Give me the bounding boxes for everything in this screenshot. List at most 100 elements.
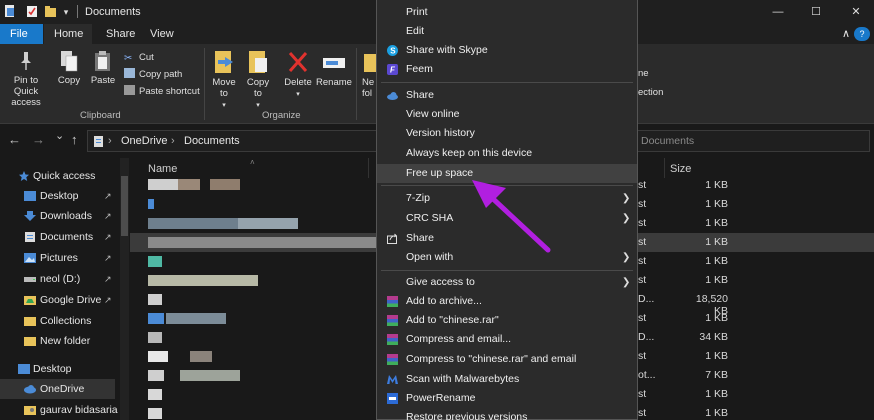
copy-label: Copy <box>57 75 81 86</box>
menu-item-always-keep[interactable]: Always keep on this device <box>377 144 637 163</box>
menu-item-label: Free up space <box>406 167 474 179</box>
breadcrumb-onedrive[interactable]: OneDrive <box>121 135 167 147</box>
sidebar-item-desktop-root[interactable]: Desktop <box>0 359 118 379</box>
downloads-icon <box>24 211 36 221</box>
paste-button[interactable]: Paste <box>88 50 118 86</box>
minimize-button[interactable]: — <box>768 3 788 21</box>
sidebar-item-drive-d[interactable]: neol (D:) ↗ <box>0 269 118 289</box>
menu-item-scan-with-malwarebytes[interactable]: Scan with Malwarebytes <box>377 370 637 389</box>
copy-to-button[interactable]: Copy to ▾ <box>244 50 272 111</box>
sidebar-item-new-folder[interactable]: New folder <box>0 331 118 351</box>
copy-button[interactable]: Copy <box>55 50 83 86</box>
menu-item-share-with-skype[interactable]: S Share with Skype <box>377 41 637 60</box>
pin-icon: ↗ <box>104 191 112 201</box>
pin-icon <box>21 52 31 70</box>
menu-item-feem[interactable]: F Feem <box>377 60 637 79</box>
new-folder-qat-icon[interactable] <box>45 5 56 18</box>
help-button[interactable]: ? <box>854 27 870 41</box>
clipboard-group-label: Clipboard <box>80 110 121 121</box>
delete-button[interactable]: Delete ▾ <box>282 50 314 100</box>
customize-qat-button[interactable]: ▾ <box>60 3 72 21</box>
menu-item-7zip[interactable]: 7-Zip ❯ <box>377 189 637 208</box>
size-cell: 1 KB <box>705 217 728 229</box>
menu-item-edit[interactable]: Edit <box>377 22 637 41</box>
date-cell: st <box>638 198 647 210</box>
sidebar-item-collections[interactable]: Collections <box>0 311 118 331</box>
search-input[interactable]: Documents <box>632 130 870 152</box>
menu-item-free-up-space[interactable]: Free up space <box>377 164 637 183</box>
select-none-partial-label[interactable]: ne <box>638 66 649 81</box>
blurred-filename <box>238 218 298 229</box>
tab-home[interactable]: Home <box>44 24 92 44</box>
menu-item-label: Give access to <box>406 276 475 288</box>
cut-button[interactable]: ✂ Cut <box>124 50 154 65</box>
sidebar-item-desktop[interactable]: Desktop ↗ <box>0 186 118 206</box>
tab-view[interactable]: View <box>140 24 184 44</box>
ribbon-separator <box>356 48 357 120</box>
close-button[interactable]: ✕ <box>846 3 866 21</box>
collapse-ribbon-button[interactable]: ∧ <box>838 24 854 44</box>
back-button[interactable]: ← <box>8 132 21 147</box>
menu-item-view-online[interactable]: View online <box>377 105 637 124</box>
copy-to-icon <box>249 51 267 73</box>
svg-text:S: S <box>390 46 396 55</box>
menu-item-print[interactable]: Print <box>377 3 637 22</box>
new-folder-button[interactable]: Ne fol <box>362 50 376 99</box>
column-header-size[interactable]: Size <box>670 163 691 175</box>
recent-locations-button[interactable]: ⌄ <box>55 129 64 142</box>
move-to-label: Move to <box>212 77 236 99</box>
menu-item-restore-previous-versions[interactable]: Restore previous versions <box>377 408 637 420</box>
menu-item-onedrive-share[interactable]: Share <box>377 86 637 105</box>
menu-item-give-access-to[interactable]: Give access to ❯ <box>377 273 637 292</box>
properties-icon[interactable] <box>27 5 38 18</box>
column-divider[interactable] <box>368 158 369 178</box>
menu-item-powerrename[interactable]: PowerRename <box>377 389 637 408</box>
sidebar-item-documents[interactable]: Documents ↗ <box>0 227 118 247</box>
forward-button[interactable]: → <box>32 132 45 147</box>
paste-shortcut-button[interactable]: Paste shortcut <box>124 84 200 99</box>
sidebar-item-google-drive[interactable]: Google Drive ↗ <box>0 290 118 310</box>
breadcrumb-documents[interactable]: Documents <box>184 135 240 147</box>
size-cell: 1 KB <box>705 255 728 267</box>
sidebar-item-pictures[interactable]: Pictures ↗ <box>0 248 118 268</box>
menu-item-crc-sha[interactable]: CRC SHA ❯ <box>377 209 637 228</box>
copy-path-button[interactable]: Copy path <box>124 67 182 82</box>
invert-selection-partial-label[interactable]: ection <box>638 85 663 100</box>
blurred-filename <box>148 389 162 400</box>
menu-separator <box>381 82 633 83</box>
move-to-icon <box>215 51 233 73</box>
tab-file[interactable]: File <box>0 24 43 44</box>
winrar-icon <box>387 296 398 307</box>
sidebar-item-label: Google Drive <box>40 294 102 306</box>
scrollbar-thumb[interactable] <box>121 176 128 236</box>
tab-share[interactable]: Share <box>96 24 145 44</box>
navigation-scrollbar[interactable] <box>120 158 129 420</box>
menu-separator <box>381 185 633 186</box>
powerrename-icon <box>387 393 398 404</box>
column-divider[interactable] <box>664 158 665 178</box>
title-separator <box>77 5 78 18</box>
column-header-name[interactable]: Name <box>148 163 177 175</box>
sidebar-item-user-folder[interactable]: gaurav bidasaria <box>0 400 118 420</box>
menu-item-open-with[interactable]: Open with ❯ <box>377 248 637 267</box>
blurred-filename <box>148 370 164 381</box>
menu-item-compress-to-rar-and-email[interactable]: Compress to "chinese.rar" and email <box>377 350 637 369</box>
navigation-pane: Quick access Desktop ↗ Downloads ↗ Docum… <box>0 158 120 420</box>
sidebar-item-quick-access[interactable]: Quick access <box>0 166 118 186</box>
pin-to-quick-access-button[interactable]: Pin to Quick access <box>2 50 50 108</box>
copy-path-icon <box>124 68 135 78</box>
sidebar-item-downloads[interactable]: Downloads ↗ <box>0 206 118 226</box>
menu-item-version-history[interactable]: Version history <box>377 124 637 143</box>
blurred-filename <box>148 256 162 267</box>
rename-button[interactable]: Rename <box>316 50 352 88</box>
menu-item-share[interactable]: Share <box>377 229 637 248</box>
sidebar-item-onedrive[interactable]: OneDrive <box>0 379 115 399</box>
menu-item-add-to-rar[interactable]: Add to "chinese.rar" <box>377 311 637 330</box>
file-type-icon <box>148 199 154 209</box>
maximize-button[interactable]: ☐ <box>806 3 826 21</box>
menu-item-add-to-archive[interactable]: Add to archive... <box>377 292 637 311</box>
blurred-filename <box>148 275 258 286</box>
up-button[interactable]: ↑ <box>71 132 78 147</box>
menu-item-compress-and-email[interactable]: Compress and email... <box>377 330 637 349</box>
move-to-button[interactable]: Move to ▾ <box>210 50 238 111</box>
